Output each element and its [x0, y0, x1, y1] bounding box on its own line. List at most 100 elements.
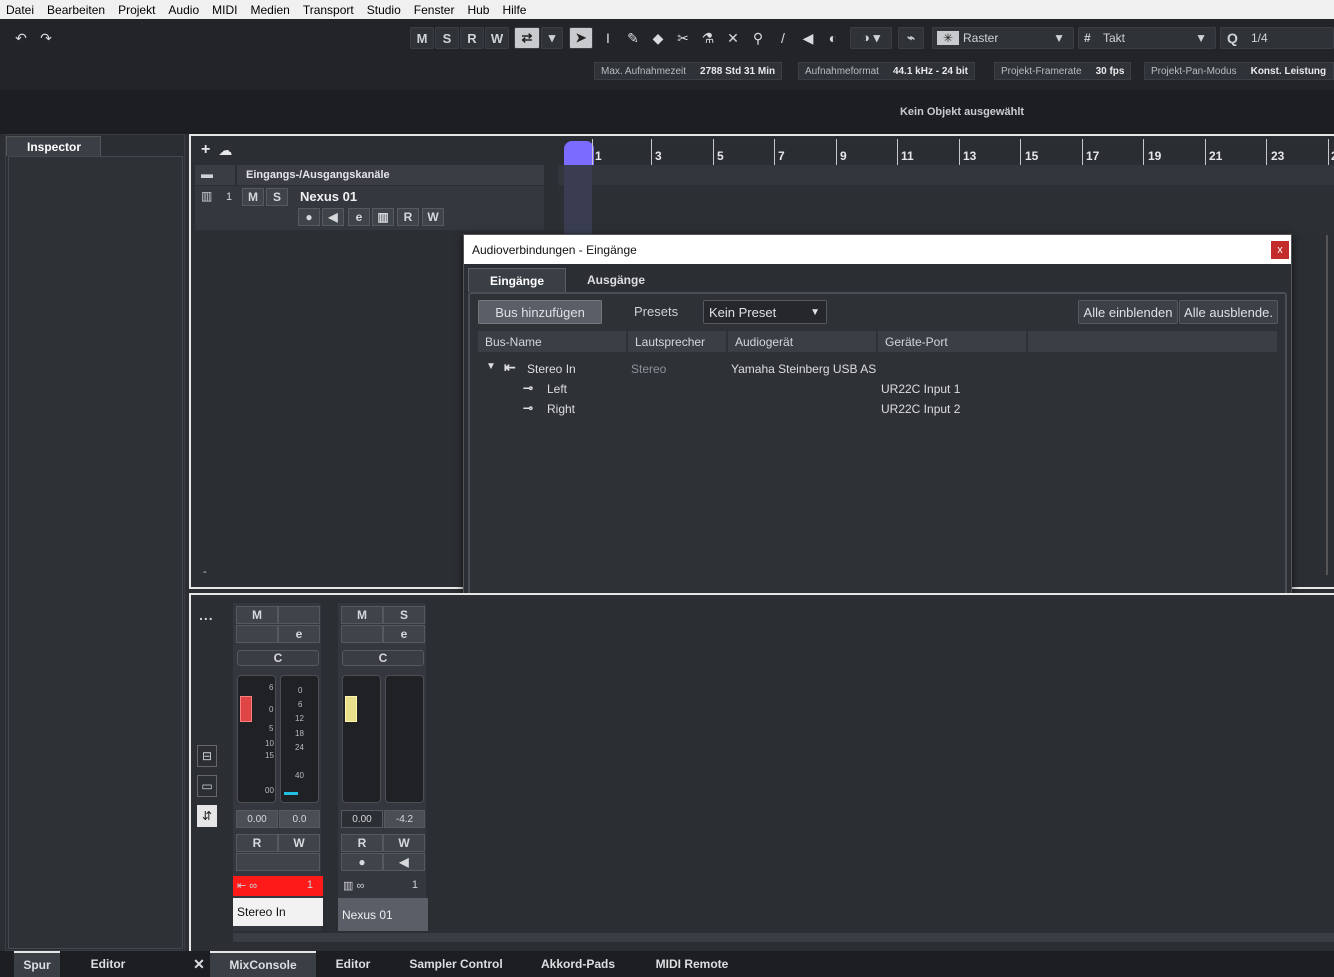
mute-button[interactable]: M — [410, 27, 434, 49]
strip2-volume[interactable]: 0.00 — [341, 810, 383, 828]
snap-toggle-icon[interactable]: ⌁ — [898, 27, 924, 49]
menu-audio[interactable]: Audio — [168, 3, 199, 17]
glue-tool-icon[interactable]: ⚗ — [696, 27, 720, 49]
monitor-icon[interactable]: ◀ — [322, 208, 344, 226]
strip1-name[interactable]: Stereo In — [233, 898, 323, 926]
strip2-mute-button[interactable]: M — [341, 606, 383, 624]
folder-icon[interactable]: ☁ — [218, 142, 232, 159]
add-track-icon[interactable]: + — [201, 141, 210, 159]
strip1-read-button[interactable]: R — [236, 834, 278, 852]
strip2-fader[interactable] — [342, 675, 381, 803]
edit-channel-icon[interactable]: e — [348, 208, 370, 226]
close-icon[interactable]: x — [1271, 241, 1289, 259]
grid-type-select[interactable]: # Takt ▼ — [1078, 27, 1216, 49]
hide-all-button[interactable]: Alle ausblende. — [1179, 300, 1278, 324]
read-button[interactable]: R — [460, 27, 484, 49]
track-row[interactable]: ▥ 1 M S Nexus 01 ● ◀ e ▥ R W — [195, 186, 544, 230]
strip1-volume[interactable]: 0.00 — [236, 810, 278, 828]
menu-transport[interactable]: Transport — [303, 3, 354, 17]
framerate-info[interactable]: Projekt-Framerate 30 fps — [994, 62, 1132, 80]
show-all-button[interactable]: Alle einblenden — [1078, 300, 1178, 324]
strip1-fader-handle[interactable] — [240, 696, 252, 722]
range-tool-icon[interactable]: I — [596, 27, 620, 49]
strip2-read-button[interactable]: R — [341, 834, 383, 852]
snap-type-select[interactable]: ✳ Raster ▼ — [932, 27, 1074, 49]
port-name-right[interactable]: Right — [547, 402, 575, 416]
preset-select[interactable]: Kein Preset ▼ — [703, 300, 827, 324]
menu-bearbeiten[interactable]: Bearbeiten — [47, 3, 105, 17]
track-write-button[interactable]: W — [422, 208, 444, 226]
pointer-tool-icon[interactable]: ➤ — [569, 27, 593, 49]
zoom-tool-icon[interactable]: ⚲ — [746, 27, 770, 49]
edit-channel-icon[interactable]: e — [278, 625, 320, 643]
expand-icon[interactable]: ▼ — [486, 361, 496, 372]
event-display[interactable] — [558, 165, 1334, 235]
strip2-fader-handle[interactable] — [345, 696, 357, 722]
device-port-left[interactable]: UR22C Input 1 — [881, 382, 960, 396]
menu-fenster[interactable]: Fenster — [414, 3, 455, 17]
column-bus-name[interactable]: Bus-Name — [478, 331, 626, 352]
chevron-down-icon[interactable]: ▾ — [541, 27, 563, 49]
strip1-solo-button[interactable] — [278, 606, 320, 624]
record-enable-icon[interactable]: ● — [341, 853, 383, 871]
play-tool-icon[interactable]: ◀ — [796, 27, 820, 49]
instrument-icon[interactable]: ▥ — [372, 208, 394, 226]
record-enable-icon[interactable]: ● — [298, 208, 320, 226]
solo-button[interactable]: S — [435, 27, 459, 49]
strip2-write-button[interactable]: W — [383, 834, 425, 852]
close-icon[interactable]: ✕ — [190, 951, 208, 977]
track-solo-button[interactable]: S — [266, 188, 288, 206]
track-name[interactable]: Nexus 01 — [300, 189, 357, 204]
track-read-button[interactable]: R — [397, 208, 419, 226]
eraser-tool-icon[interactable]: ◆ — [646, 27, 670, 49]
playhead-marker[interactable] — [564, 141, 594, 165]
track-mute-button[interactable]: M — [242, 188, 264, 206]
automation-icon[interactable]: ⇄ — [514, 27, 540, 49]
write-button[interactable]: W — [485, 27, 509, 49]
strip2-pan[interactable]: C — [342, 650, 424, 666]
monitor-icon[interactable]: ◀ — [383, 853, 425, 871]
strip2-solo-button[interactable]: S — [383, 606, 425, 624]
tab-editor-left[interactable]: Editor — [72, 951, 144, 977]
tab-mixconsole[interactable]: MixConsole — [210, 951, 316, 977]
tab-midi-remote[interactable]: MIDI Remote — [642, 951, 742, 977]
strip1-mute-button[interactable]: M — [236, 606, 278, 624]
column-speaker[interactable]: Lautsprecher — [628, 331, 726, 352]
pencil-tool-icon[interactable]: ✎ — [621, 27, 645, 49]
tab-sampler-control[interactable]: Sampler Control — [398, 951, 514, 977]
rec-time-info[interactable]: Max. Aufnahmezeit 2788 Std 31 Min — [594, 62, 783, 80]
rec-format-info[interactable]: Aufnahmeformat 44.1 kHz - 24 bit — [798, 62, 975, 80]
color-tool-icon[interactable]: ◐ — [821, 27, 845, 49]
line-tool-icon[interactable]: / — [771, 27, 795, 49]
tab-editor[interactable]: Editor — [320, 951, 386, 977]
mute-tool-icon[interactable]: ✕ — [721, 27, 745, 49]
strip2-routing[interactable]: ▥ ∞ 1 — [338, 876, 428, 896]
menu-midi[interactable]: MIDI — [212, 3, 237, 17]
bus-name[interactable]: Stereo In — [527, 362, 576, 376]
channel-icon[interactable]: ▭ — [197, 775, 217, 797]
strip2-name[interactable]: Nexus 01 — [338, 898, 428, 931]
add-bus-button[interactable]: Bus hinzufügen — [478, 300, 602, 324]
folder-track-name[interactable]: Eingangs-/Ausgangskanäle — [237, 165, 544, 185]
column-port[interactable]: Geräte-Port — [878, 331, 1026, 352]
menu-medien[interactable]: Medien — [250, 3, 289, 17]
device-port-right[interactable]: UR22C Input 2 — [881, 402, 960, 416]
undo-icon[interactable]: ↶ — [9, 27, 33, 49]
menu-datei[interactable]: Datei — [6, 3, 34, 17]
tab-inspector[interactable]: Inspector — [6, 136, 101, 156]
quantize-select[interactable]: Q 1/4 — [1220, 27, 1334, 49]
column-device[interactable]: Audiogerät — [728, 331, 876, 352]
more-icon[interactable]: ... — [199, 607, 214, 623]
pan-mode-info[interactable]: Projekt-Pan-Modus Konst. Leistung — [1144, 62, 1334, 80]
snap-mode-button[interactable]: ◑ ▾ — [850, 27, 892, 49]
strip1-write-button[interactable]: W — [278, 834, 320, 852]
menu-hub[interactable]: Hub — [467, 3, 489, 17]
fader-icon[interactable]: ⇵ — [197, 805, 217, 827]
tab-spur[interactable]: Spur — [14, 951, 60, 977]
scissors-tool-icon[interactable]: ✂ — [671, 27, 695, 49]
menu-hilfe[interactable]: Hilfe — [502, 3, 526, 17]
port-name-left[interactable]: Left — [547, 382, 567, 396]
strip1-routing[interactable]: ⇤ ∞ 1 — [233, 876, 323, 896]
tab-akkord-pads[interactable]: Akkord-Pads — [528, 951, 628, 977]
strip1-pan[interactable]: C — [237, 650, 319, 666]
